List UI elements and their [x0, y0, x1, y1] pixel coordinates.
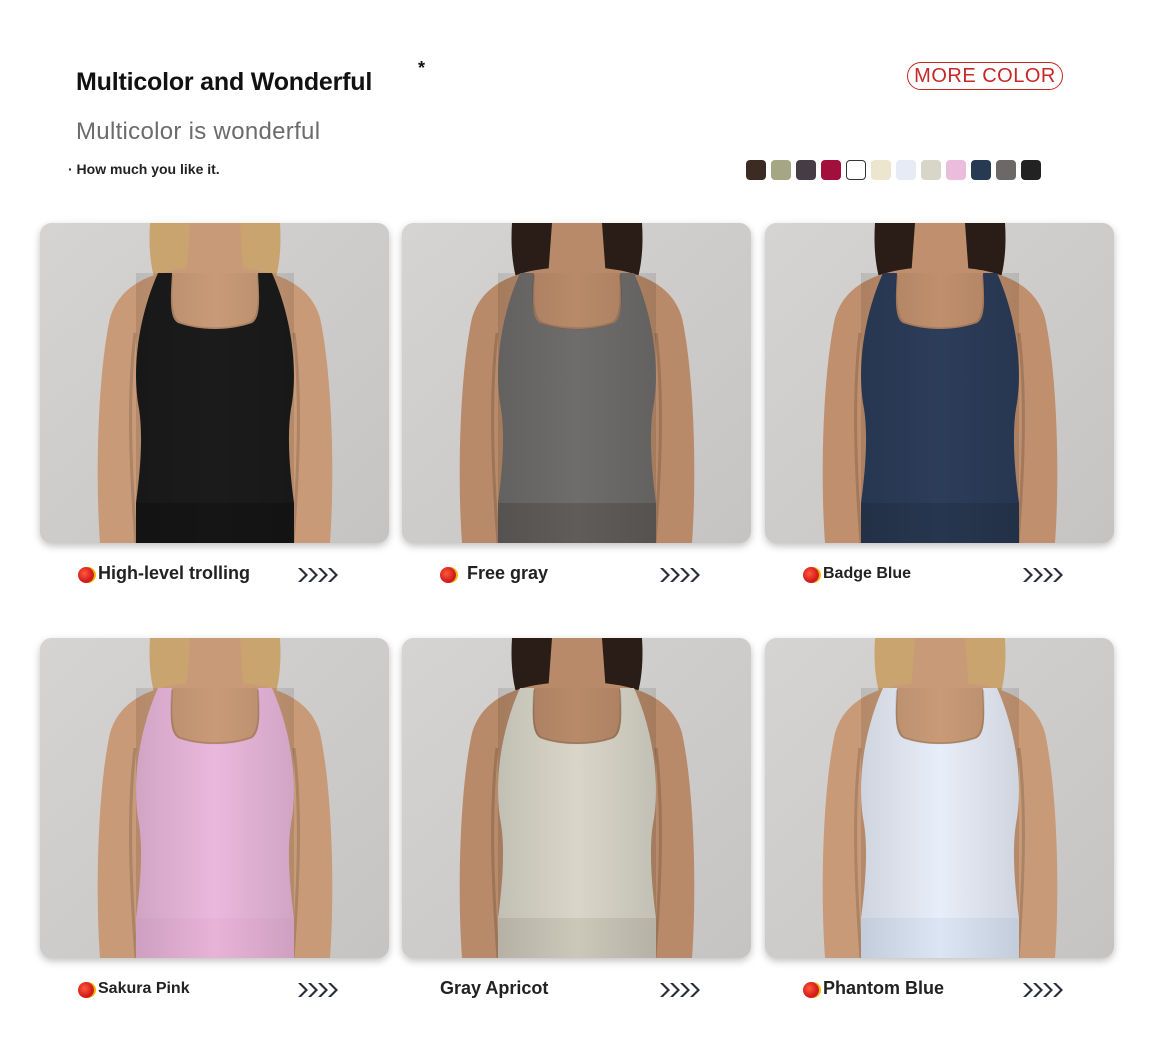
product-label-row[interactable]: High-level trolling: [40, 553, 389, 597]
color-swatch[interactable]: [821, 160, 841, 180]
color-swatch[interactable]: [796, 160, 816, 180]
product-card[interactable]: High-level trolling: [40, 223, 389, 628]
product-photo-svg: [765, 638, 1114, 958]
page-title: Multicolor and Wonderful: [76, 68, 373, 96]
product-label-row[interactable]: Phantom Blue: [765, 968, 1114, 1012]
asterisk-mark: *: [418, 58, 426, 78]
page-subtitle: Multicolor is wonderful: [76, 118, 321, 145]
product-color-label: Phantom Blue: [823, 978, 945, 998]
product-color-label: Badge Blue: [823, 565, 912, 582]
product-color-label: Free gray: [467, 563, 549, 583]
chevrons-right-icon[interactable]: [1021, 565, 1067, 585]
color-swatch[interactable]: [896, 160, 916, 180]
product-photo-svg: [765, 223, 1114, 543]
chevrons-right-icon[interactable]: [658, 980, 704, 1000]
chevrons-right-icon[interactable]: [296, 980, 342, 1000]
product-color-label: High-level trolling: [98, 563, 251, 583]
product-photo[interactable]: [402, 638, 751, 958]
product-label-row[interactable]: Badge Blue: [765, 553, 1114, 597]
color-swatch[interactable]: [921, 160, 941, 180]
product-photo[interactable]: [402, 223, 751, 543]
color-dot-icon: [78, 982, 94, 998]
color-swatches: [746, 160, 1041, 180]
product-photo-svg: [402, 638, 751, 958]
product-photo[interactable]: [765, 223, 1114, 543]
product-label-row[interactable]: Gray Apricot: [402, 968, 751, 1012]
product-photo[interactable]: [40, 223, 389, 543]
product-color-label: Sakura Pink: [98, 980, 190, 997]
product-card[interactable]: Free gray: [402, 223, 751, 628]
color-swatch[interactable]: [771, 160, 791, 180]
product-photo[interactable]: [40, 638, 389, 958]
product-card[interactable]: Phantom Blue: [765, 638, 1114, 1043]
product-card[interactable]: Sakura Pink: [40, 638, 389, 1043]
color-dot-icon: [440, 567, 456, 583]
color-swatch[interactable]: [946, 160, 966, 180]
chevrons-right-icon[interactable]: [296, 565, 342, 585]
product-label-row[interactable]: Sakura Pink: [40, 968, 389, 1012]
product-color-label: Gray Apricot: [440, 978, 549, 998]
more-color-button[interactable]: MORE COLOR: [907, 62, 1063, 90]
color-swatch[interactable]: [1021, 160, 1041, 180]
color-swatch[interactable]: [971, 160, 991, 180]
product-photo-svg: [40, 223, 389, 543]
product-photo-svg: [402, 223, 751, 543]
product-photo-svg: [40, 638, 389, 958]
product-label-row[interactable]: Free gray: [402, 553, 751, 597]
tagline: · How much you like it.: [68, 161, 220, 177]
color-dot-icon: [803, 982, 819, 998]
product-photo[interactable]: [765, 638, 1114, 958]
product-card[interactable]: Gray Apricot: [402, 638, 751, 1043]
chevrons-right-icon[interactable]: [1021, 980, 1067, 1000]
color-swatch[interactable]: [871, 160, 891, 180]
color-dot-icon: [803, 567, 819, 583]
color-swatch[interactable]: [746, 160, 766, 180]
color-dot-icon: [78, 567, 94, 583]
color-swatch[interactable]: [996, 160, 1016, 180]
color-swatch[interactable]: [846, 160, 866, 180]
chevrons-right-icon[interactable]: [658, 565, 704, 585]
product-card[interactable]: Badge Blue: [765, 223, 1114, 628]
